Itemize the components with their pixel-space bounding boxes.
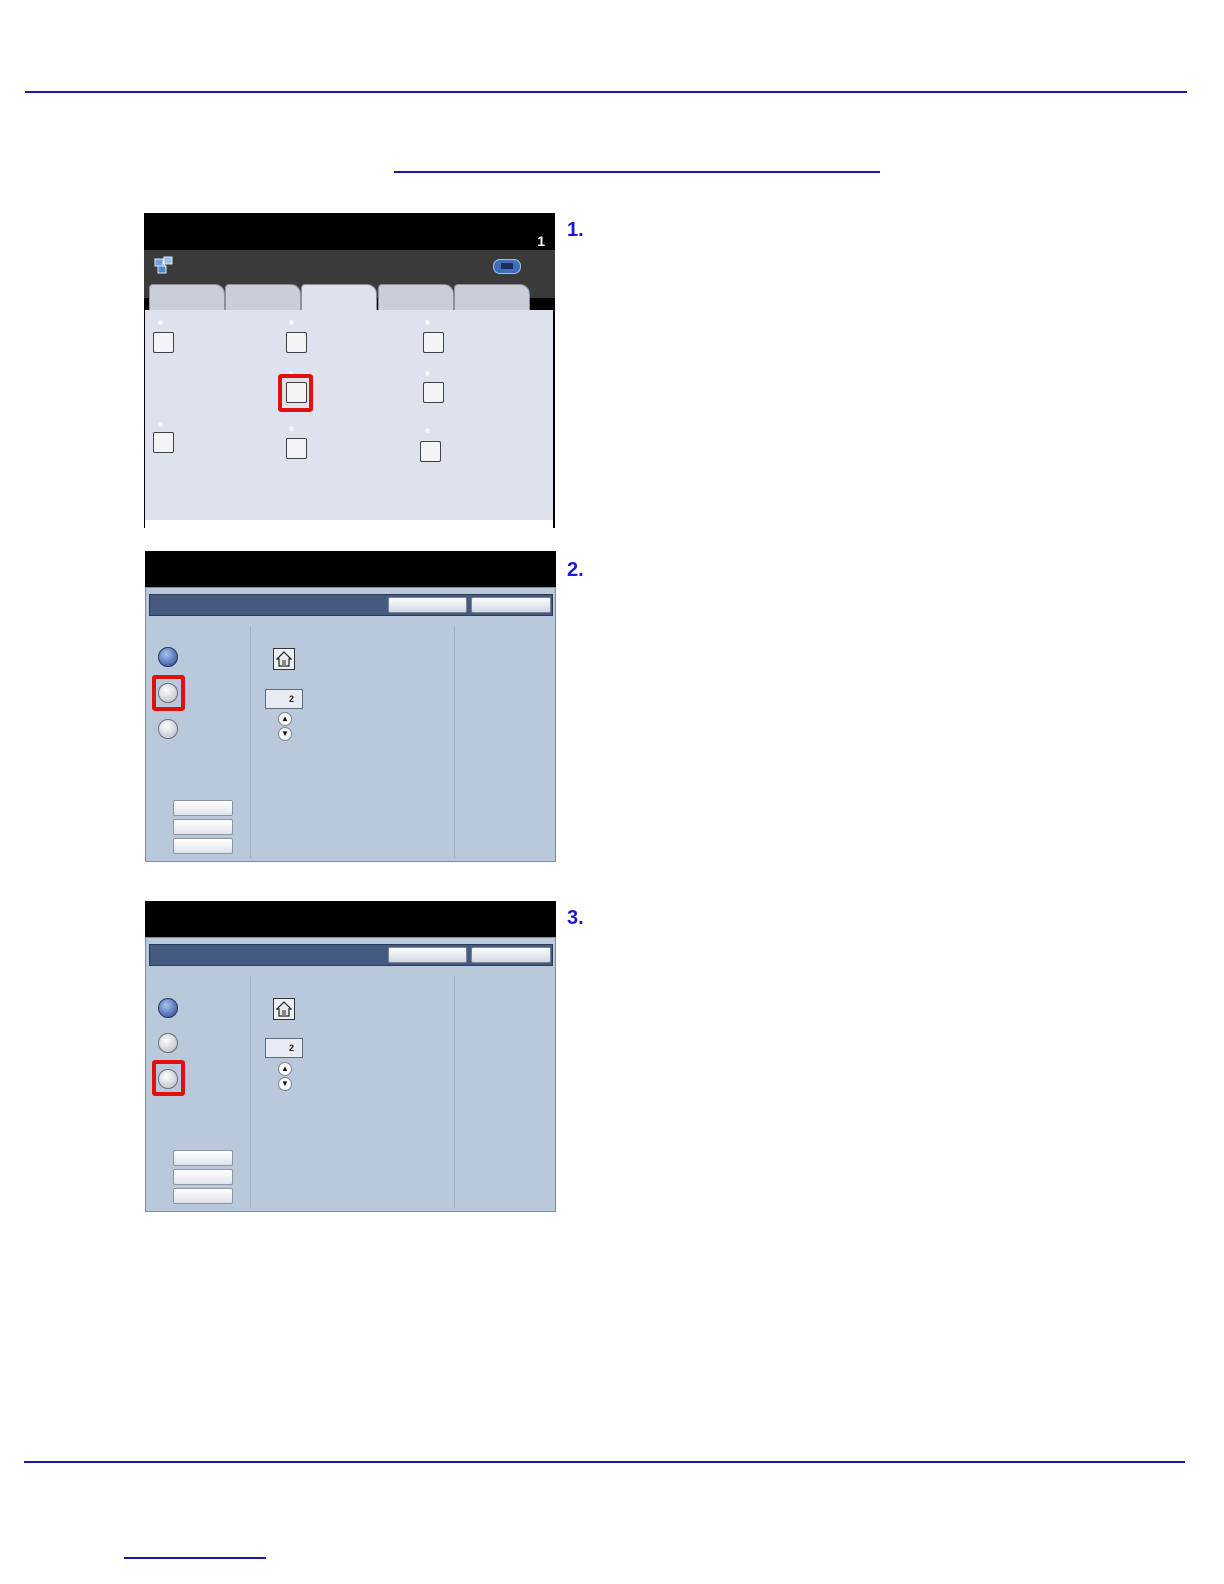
- small-button-2[interactable]: [173, 1169, 233, 1185]
- small-button-1[interactable]: [173, 800, 233, 816]
- option-button[interactable]: [423, 332, 444, 353]
- highlight-box: [152, 1060, 185, 1096]
- dialog-title-bar: [145, 901, 556, 937]
- option-button[interactable]: [286, 438, 307, 459]
- feature-dialog-step3: 2 ▲ ▼: [145, 901, 556, 1212]
- increment-button[interactable]: ▲: [278, 712, 292, 726]
- network-app-icon[interactable]: [154, 256, 174, 274]
- job-counter: 1: [537, 233, 545, 249]
- tab-5[interactable]: [454, 284, 530, 312]
- small-button-1[interactable]: [173, 1150, 233, 1166]
- radio-option-3[interactable]: [158, 719, 178, 739]
- dialog-action-bar: [149, 594, 553, 616]
- column-divider: [454, 976, 455, 1208]
- radio-option-2[interactable]: [158, 1033, 178, 1053]
- step-number-2: 2.: [567, 559, 584, 581]
- feature-options-panel: [145, 310, 553, 520]
- highlight-box: [152, 675, 185, 711]
- dialog-body: 2 ▲ ▼: [145, 587, 556, 862]
- option-button[interactable]: [286, 332, 307, 353]
- radio-option-1[interactable]: [158, 647, 178, 667]
- quantity-field[interactable]: 2: [265, 689, 303, 709]
- save-button[interactable]: [471, 947, 551, 963]
- cancel-button[interactable]: [388, 597, 467, 613]
- step-number-1: 1.: [567, 219, 584, 241]
- small-button-2[interactable]: [173, 819, 233, 835]
- cancel-button[interactable]: [388, 947, 467, 963]
- footer-rule: [24, 1461, 1185, 1463]
- dialog-title-bar: [145, 551, 556, 587]
- screen-title-bar: 1: [144, 213, 555, 250]
- header-rule: [25, 91, 1187, 93]
- option-indicator: [425, 428, 430, 433]
- small-button-3[interactable]: [173, 838, 233, 854]
- radio-option-1[interactable]: [158, 998, 178, 1018]
- step-number-3: 3.: [567, 907, 584, 929]
- small-button-3[interactable]: [173, 1188, 233, 1204]
- tab-1[interactable]: [149, 284, 225, 312]
- highlight-box: [278, 374, 313, 412]
- option-button[interactable]: [420, 441, 441, 462]
- title-underline: [394, 171, 880, 173]
- option-indicator: [158, 320, 163, 325]
- column-divider: [250, 976, 251, 1208]
- option-button[interactable]: [423, 382, 444, 403]
- option-button[interactable]: [153, 332, 174, 353]
- home-icon[interactable]: [273, 648, 295, 670]
- option-indicator: [425, 371, 430, 376]
- feature-dialog-step2: 2 ▲ ▼: [145, 551, 556, 862]
- option-indicator: [289, 320, 294, 325]
- decrement-button[interactable]: ▼: [278, 1077, 292, 1091]
- option-button[interactable]: [153, 432, 174, 453]
- option-indicator: [289, 426, 294, 431]
- column-divider: [454, 626, 455, 858]
- dialog-action-bar: [149, 944, 553, 966]
- screen-bottom-edge: [145, 520, 553, 528]
- home-icon[interactable]: [273, 998, 295, 1020]
- tab-4[interactable]: [378, 284, 454, 312]
- dialog-body: 2 ▲ ▼: [145, 937, 556, 1212]
- column-divider: [250, 626, 251, 858]
- machine-status-icon[interactable]: [493, 259, 521, 274]
- quantity-field[interactable]: 2: [265, 1038, 303, 1058]
- tab-2[interactable]: [225, 284, 301, 312]
- increment-button[interactable]: ▲: [278, 1062, 292, 1076]
- option-indicator: [425, 320, 430, 325]
- save-button[interactable]: [471, 597, 551, 613]
- option-indicator: [158, 422, 163, 427]
- decrement-button[interactable]: ▼: [278, 727, 292, 741]
- footer-link-underline[interactable]: [124, 1557, 266, 1559]
- services-screen: 1: [144, 213, 555, 528]
